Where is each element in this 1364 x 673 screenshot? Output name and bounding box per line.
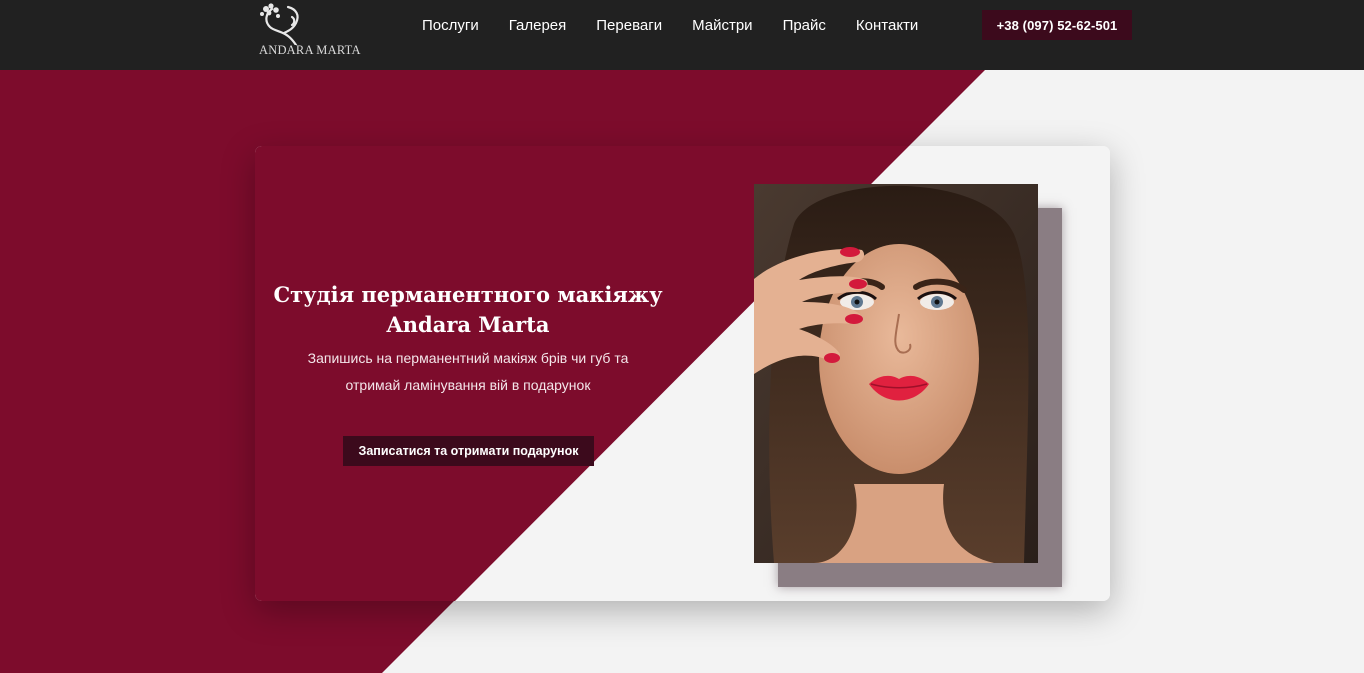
logo-text: ANDARA MARTA (259, 43, 361, 57)
main-nav: Послуги Галерея Переваги Майстри Прайс К… (422, 17, 948, 35)
hero-photo (754, 184, 1038, 563)
portrait-woman-image (754, 184, 1038, 563)
nav-item-gallery[interactable]: Галерея (509, 17, 567, 35)
signup-gift-button[interactable]: Записатися та отримати подарунок (343, 436, 594, 466)
logo-icon (260, 3, 299, 45)
nav-item-contacts[interactable]: Контакти (856, 17, 918, 35)
hero-subtitle: Запишись на перманентний макіяж брів чи … (298, 345, 638, 399)
hero-subtitle-line1: Запишись на перманентний макіяж брів чи … (307, 350, 629, 366)
phone-button[interactable]: +38 (097) 52-62-501 (982, 10, 1132, 40)
hero-subtitle-line2: отримай ламінування вій в подарунок (345, 377, 591, 393)
top-navbar: ANDARA MARTA Послуги Галерея Переваги Ма… (0, 0, 1364, 70)
nav-item-services[interactable]: Послуги (422, 17, 479, 35)
nav-item-masters[interactable]: Майстри (692, 17, 752, 35)
logo[interactable]: ANDARA MARTA (258, 3, 361, 59)
nav-item-advantages[interactable]: Переваги (596, 17, 662, 35)
nav-item-price[interactable]: Прайс (783, 17, 826, 35)
